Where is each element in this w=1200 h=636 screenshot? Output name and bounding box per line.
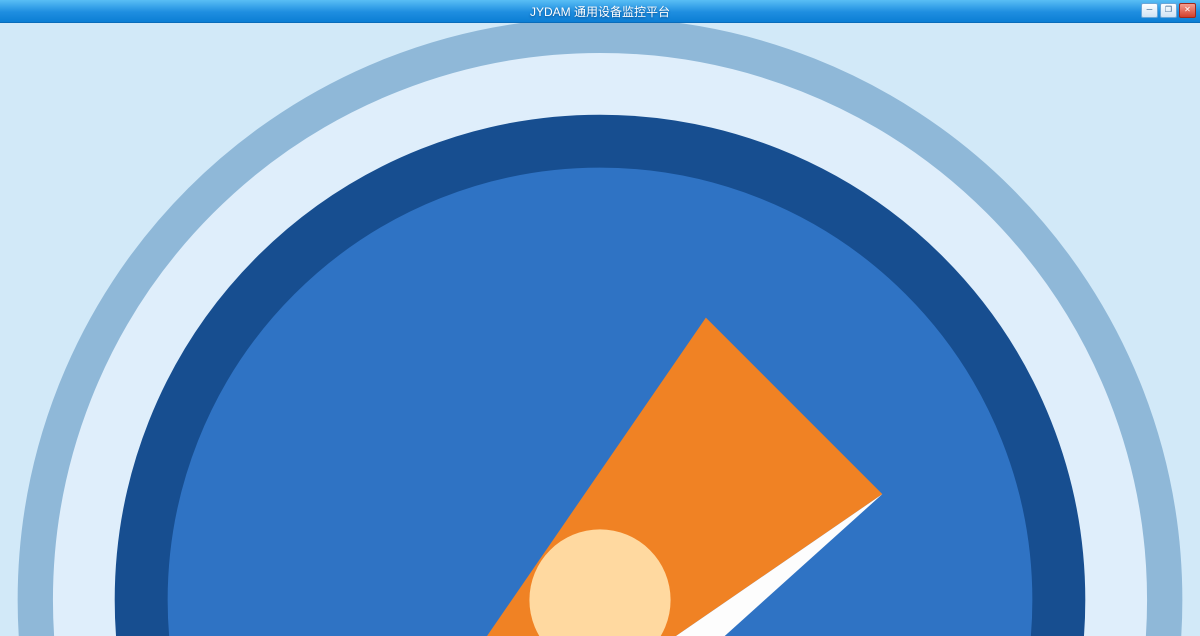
app-logo-compass-icon [0,0,1200,636]
window-title: JYDAM 通用设备监控平台 [0,3,1200,20]
close-icon[interactable]: ✕ [1179,3,1196,18]
maximize-icon[interactable]: ❐ [1160,3,1177,18]
minimize-icon[interactable]: ─ [1141,3,1158,18]
application-window: JYDAM 通用设备监控平台 ─ ❐ ✕ 实时监控系统管理后台设置系统默认 实时… [0,0,1200,636]
window-controls: ─ ❐ ✕ [1141,3,1196,18]
title-bar: JYDAM 通用设备监控平台 ─ ❐ ✕ [0,0,1200,23]
